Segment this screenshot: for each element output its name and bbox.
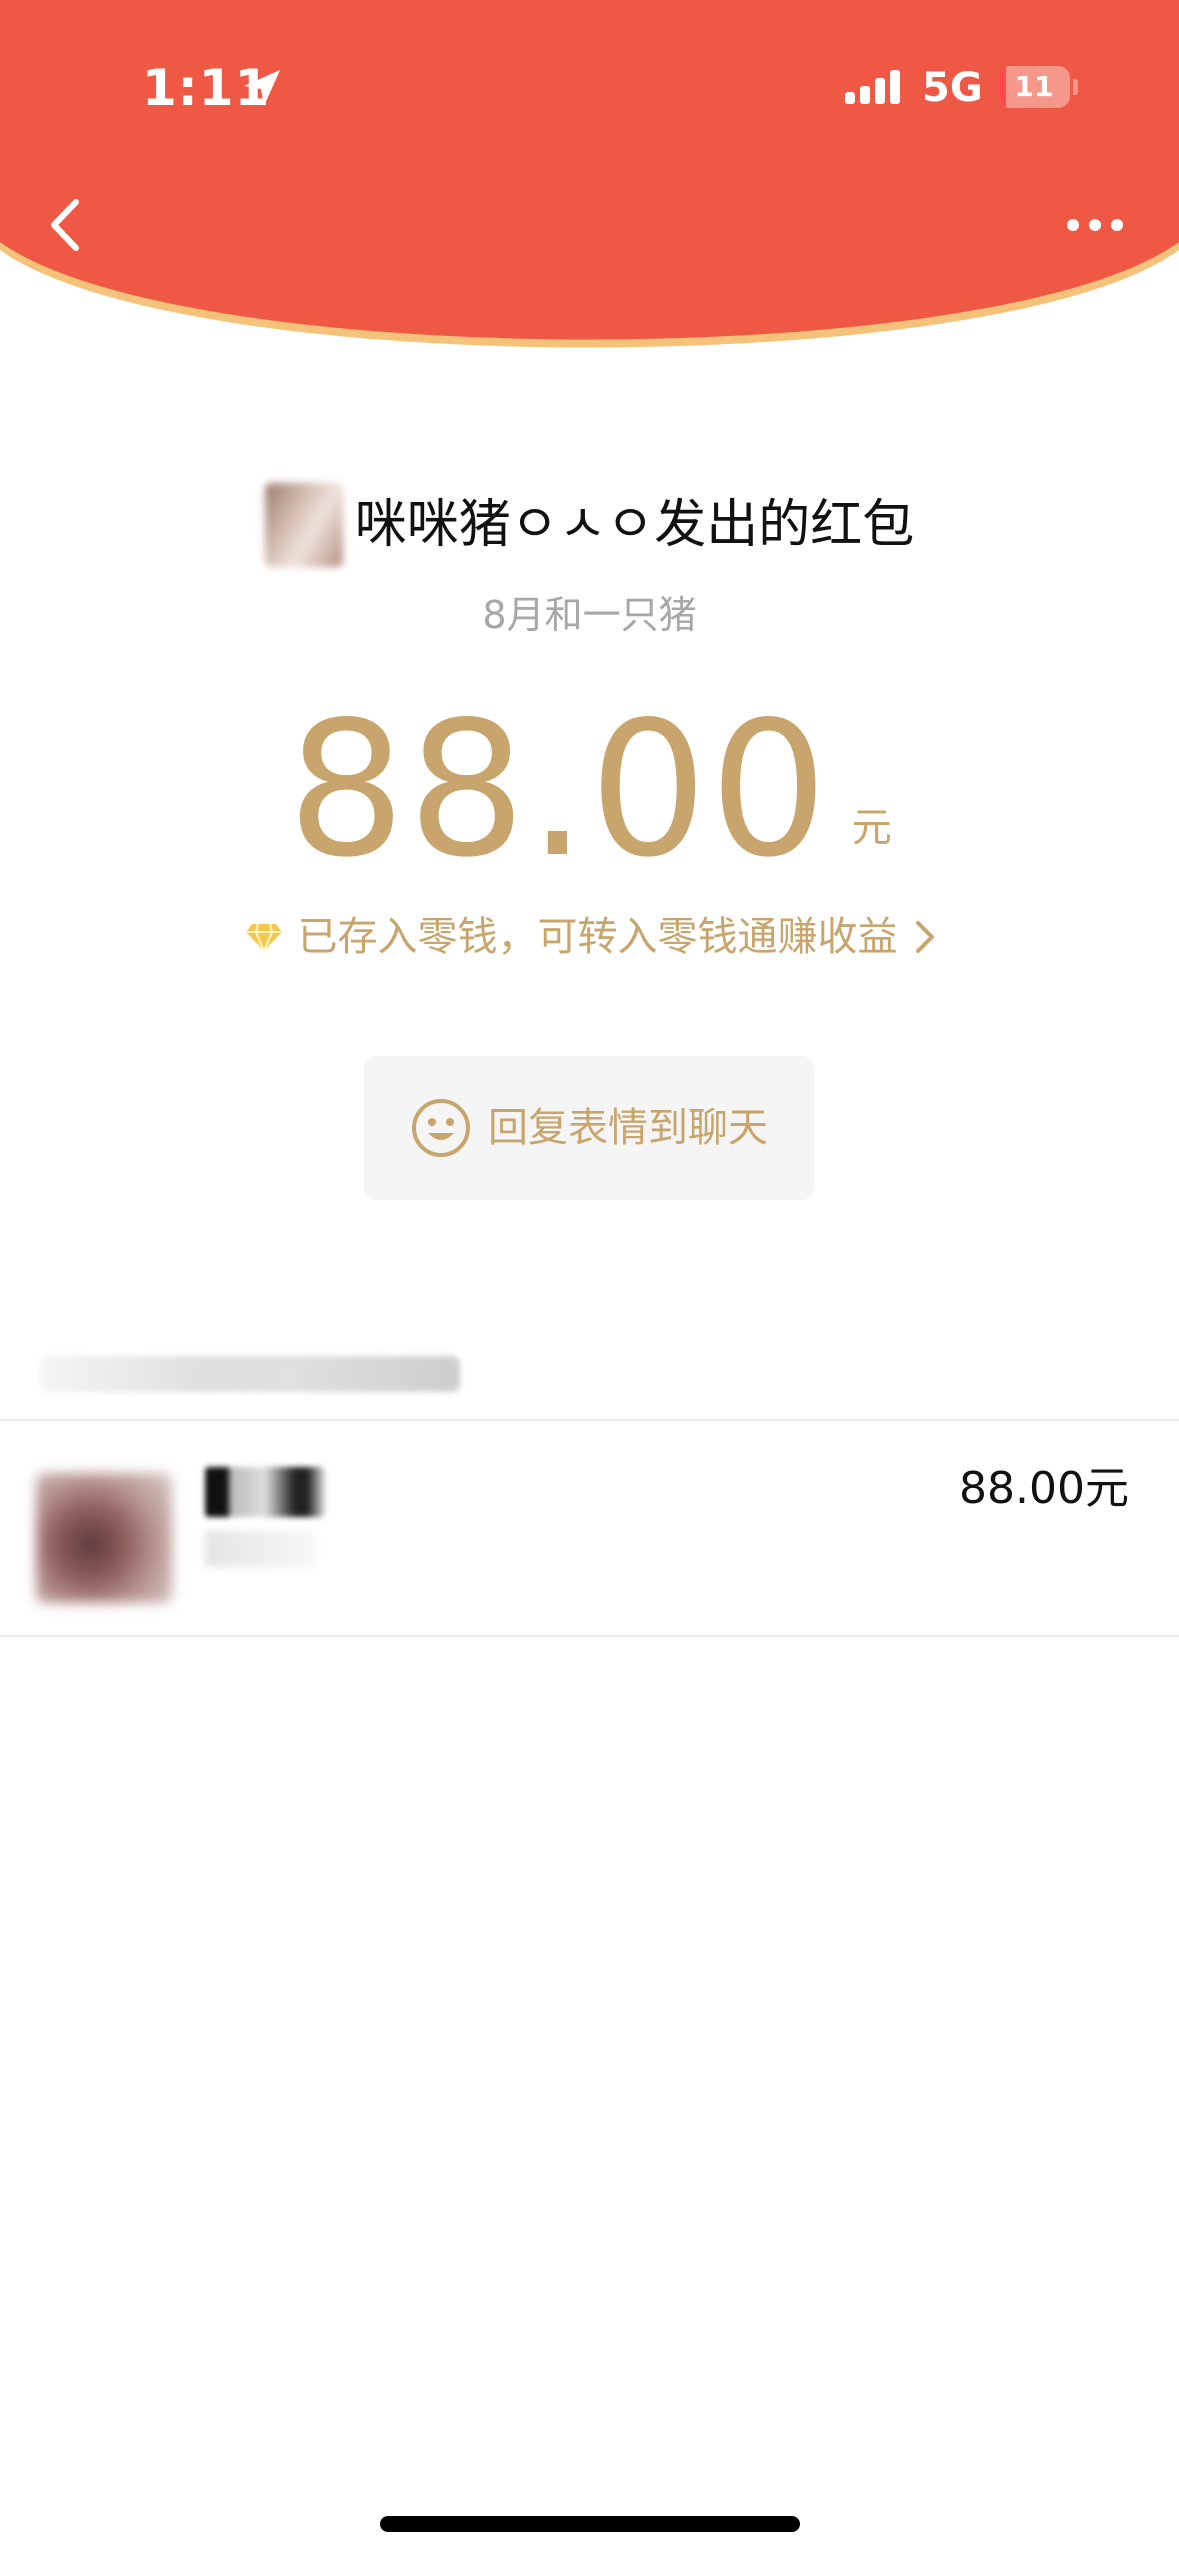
sender-info: 咪咪猪ㅇㅅㅇ发出的红包: [0, 480, 1179, 570]
chevron-left-icon: [51, 199, 79, 251]
network-type: 5G: [922, 65, 983, 111]
more-button[interactable]: [1050, 200, 1140, 250]
chevron-right-icon: [915, 921, 934, 953]
reply-sticker-button[interactable]: 回复表情到聊天: [364, 1056, 814, 1200]
amount-display: 88.00 元: [0, 690, 1179, 890]
battery-percent: 11: [1014, 70, 1054, 103]
ellipsis-icon: [1067, 219, 1123, 231]
receive-summary-redacted: [40, 1356, 460, 1392]
diamond-icon: [245, 923, 282, 954]
smiley-icon: [412, 1099, 470, 1157]
receiver-amount: 88.00元: [959, 1463, 1129, 1514]
location-arrow-icon: [244, 70, 280, 106]
receiver-name-redacted: [205, 1467, 325, 1517]
list-divider-bottom: [0, 1635, 1179, 1637]
amount-unit: 元: [851, 805, 892, 851]
signal-icon: [845, 70, 900, 104]
receiver-row[interactable]: 88.00元: [0, 1421, 1179, 1635]
blessing-message: 8月和一只猪: [482, 593, 697, 637]
sender-avatar: [264, 483, 343, 567]
back-button[interactable]: [36, 180, 96, 270]
sender-title: 咪咪猪ㅇㅅㅇ发出的红包: [354, 495, 915, 555]
receiver-time-redacted: [205, 1531, 315, 1567]
reply-label: 回复表情到聊天: [488, 1105, 768, 1151]
wallet-balance-link[interactable]: 已存入零钱，可转入零钱通赚收益: [0, 905, 1179, 969]
battery-indicator: 11: [998, 66, 1078, 108]
amount-value: 88.00: [287, 681, 830, 898]
receiver-avatar: [36, 1473, 172, 1603]
wallet-notice: 已存入零钱，可转入零钱通赚收益: [297, 914, 898, 960]
home-indicator: [380, 2516, 800, 2532]
